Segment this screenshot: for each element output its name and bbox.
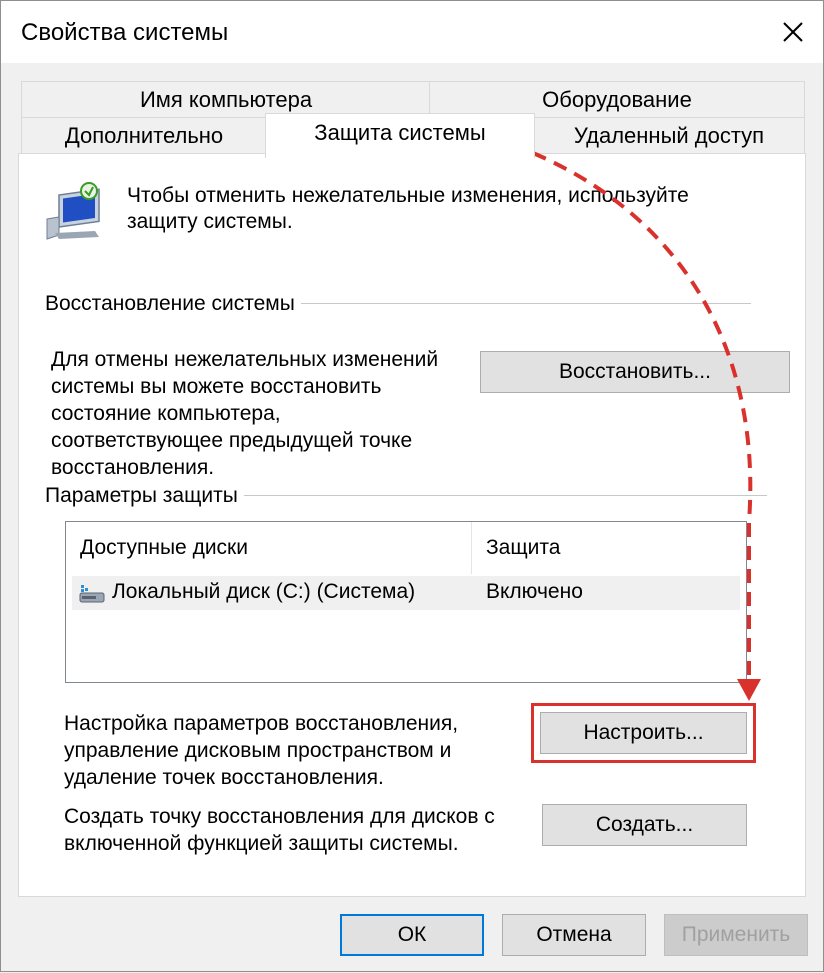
tab-label: Оборудование [542,87,692,112]
disk-name: Локальный диск (C:) (Система) [112,580,416,603]
tab-advanced[interactable]: Дополнительно [21,117,267,154]
table-row[interactable]: Локальный диск (C:) (Система) Включено [72,576,740,610]
column-header-disks[interactable]: Доступные диски [66,522,472,574]
restore-button[interactable]: Восстановить... [480,351,790,393]
tab-label: Имя компьютера [139,87,313,112]
configure-desc-line1: Настройка параметров восстановления, [64,712,459,735]
column-header-label: Доступные диски [80,536,248,559]
configure-button-highlight [531,703,756,763]
cancel-button[interactable]: Отмена [502,914,646,956]
intro-text-line2: защиту системы. [127,210,293,233]
protection-group-label: Параметры защиты [45,484,244,508]
close-button[interactable] [763,1,823,63]
create-desc-line1: Создать точку восстановления для дисков … [64,805,495,828]
configure-desc-line2: управление дисковым пространством и [64,739,452,762]
system-properties-dialog: Свойства системы Имя компьютера Оборудов… [0,0,824,972]
tab-label: Удаленный доступ [573,123,765,148]
apply-button[interactable]: Применить [664,914,808,956]
tab-system-protection[interactable]: Защита системы [265,113,535,158]
tab-label: Защита системы [314,120,486,145]
tab-remote[interactable]: Удаленный доступ [533,117,805,154]
tab-label: Дополнительно [64,123,224,148]
drive-icon [79,585,105,603]
restore-desc-line4: соответствующее предыдущей точке [51,429,413,452]
restore-desc-line3: состояние компьютера, [51,402,281,425]
column-header-label: Защита [486,536,561,559]
restore-desc-line1: Для отмены нежелательных изменений [51,348,439,371]
restore-group-label: Восстановление системы [45,292,301,316]
restore-desc-line2: системы вы можете восстановить [51,375,382,398]
title-bar: Свойства системы [1,1,823,63]
window-title: Свойства системы [21,19,229,46]
restore-desc-line5: восстановления. [51,456,215,479]
intro-text-line1: Чтобы отменить нежелательные изменения, … [127,184,689,207]
close-icon [783,22,803,42]
system-protection-icon [45,181,105,241]
create-desc-line2: включенной функцией защиты системы. [64,832,459,855]
disk-protection-status: Включено [486,580,583,603]
create-button[interactable]: Создать... [542,804,747,846]
disks-listview[interactable]: Доступные диски Защита Локальный диск (C… [65,521,747,683]
ok-button[interactable]: ОК [340,914,484,956]
column-header-protection[interactable]: Защита [472,522,740,574]
configure-desc-line3: удаление точек восстановления. [64,766,384,789]
